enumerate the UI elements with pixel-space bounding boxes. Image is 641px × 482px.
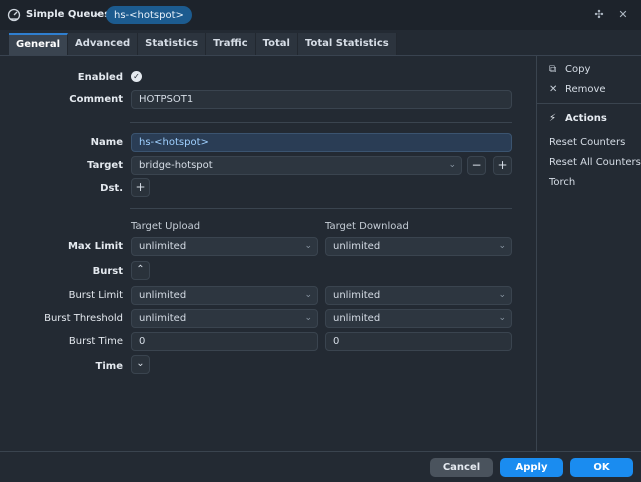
burst-threshold-label: Burst Threshold [44,313,123,324]
max-limit-upload-value: unlimited [139,241,187,252]
divider [537,103,641,104]
name-label: Name [90,137,123,148]
chevron-down-icon: ⌄ [304,290,312,300]
chevron-down-icon: ⌄ [448,160,456,170]
max-limit-upload-select[interactable]: unlimited ⌄ [131,237,318,256]
burst-limit-label: Burst Limit [68,290,123,301]
target-label: Target [87,160,123,171]
tab-advanced[interactable]: Advanced [68,33,139,55]
target-download-header: Target Download [325,221,409,232]
chevron-down-icon: ⌄ [498,290,506,300]
title-bar: Simple Queues › hs-<hotspot> ✣ ✕ [0,0,641,30]
chevron-down-icon: ⌄ [304,313,312,323]
cancel-button[interactable]: Cancel [430,458,493,477]
target-remove-button[interactable]: − [467,156,486,175]
burst-limit-upload-value: unlimited [139,290,187,301]
burst-limit-upload-select[interactable]: unlimited ⌄ [131,286,318,305]
max-limit-label: Max Limit [67,241,123,252]
max-limit-download-value: unlimited [333,241,381,252]
queue-gauge-icon [7,8,21,22]
breadcrumb-item[interactable]: hs-<hotspot> [106,6,192,24]
burst-limit-download-select[interactable]: unlimited ⌄ [325,286,512,305]
torch-button[interactable]: Torch [549,177,575,188]
burst-time-download-field[interactable]: 0 [325,332,512,351]
divider [130,208,512,209]
divider [130,122,512,123]
tab-total[interactable]: Total [255,33,298,55]
tab-traffic[interactable]: Traffic [206,33,256,55]
target-upload-header: Target Upload [131,221,201,232]
burst-threshold-download-select[interactable]: unlimited ⌄ [325,309,512,328]
apply-button[interactable]: Apply [500,458,563,477]
name-field[interactable]: hs-<hotspot> [131,133,512,152]
reset-all-counters-button[interactable]: Reset All Counters [549,157,641,168]
side-panel: ⧉ Copy ✕ Remove ⚡ Actions Reset Counters… [536,56,641,451]
tab-bar: General Advanced Statistics Traffic Tota… [9,33,397,55]
tab-total-statistics[interactable]: Total Statistics [297,33,397,55]
enabled-checkbox[interactable]: ✓ [131,71,142,82]
max-limit-download-select[interactable]: unlimited ⌄ [325,237,512,256]
target-select[interactable]: bridge-hotspot ⌄ [131,156,462,175]
reset-counters-button[interactable]: Reset Counters [549,137,625,148]
time-label: Time [95,361,123,372]
burst-limit-download-value: unlimited [333,290,381,301]
ok-button[interactable]: OK [570,458,633,477]
general-form: Enabled ✓ Comment HOTPSOT1 Name hs-<hots… [0,56,536,451]
burst-threshold-upload-select[interactable]: unlimited ⌄ [131,309,318,328]
burst-threshold-upload-value: unlimited [139,313,187,324]
target-add-button[interactable]: + [493,156,512,175]
chevron-down-icon: ⌄ [304,241,312,251]
breadcrumb-separator: › [94,7,99,21]
dialog-footer: Cancel Apply OK [0,451,641,482]
tab-general[interactable]: General [9,33,68,55]
burst-collapse-button[interactable]: ⌃ [131,261,150,280]
tab-statistics[interactable]: Statistics [138,33,207,55]
pin-icon[interactable]: ✣ [591,7,607,23]
comment-field[interactable]: HOTPSOT1 [131,90,512,109]
close-icon: ✕ [549,84,558,95]
chevron-down-icon: ⌄ [498,313,506,323]
close-icon[interactable]: ✕ [615,7,631,23]
burst-time-upload-field[interactable]: 0 [131,332,318,351]
copy-icon: ⧉ [549,64,557,75]
comment-label: Comment [69,94,123,105]
lightning-icon: ⚡ [549,113,557,124]
time-expand-button[interactable]: ⌄ [131,355,150,374]
burst-time-label: Burst Time [68,336,123,347]
chevron-down-icon: ⌄ [498,241,506,251]
burst-label: Burst [92,266,123,277]
enabled-label: Enabled [77,72,123,83]
dst-add-button[interactable]: + [131,178,150,197]
dst-label: Dst. [100,183,123,194]
burst-threshold-download-value: unlimited [333,313,381,324]
target-value: bridge-hotspot [139,160,213,171]
